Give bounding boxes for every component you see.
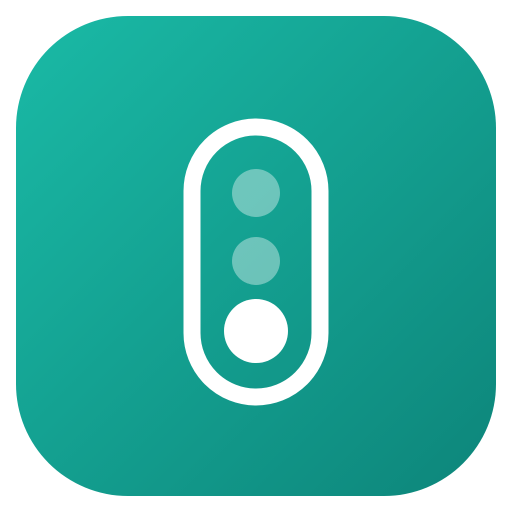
app-icon: [16, 16, 496, 496]
middle-light: [232, 237, 280, 285]
bottom-light: [224, 299, 288, 363]
icon-canvas: [0, 0, 512, 512]
top-light: [232, 169, 280, 217]
